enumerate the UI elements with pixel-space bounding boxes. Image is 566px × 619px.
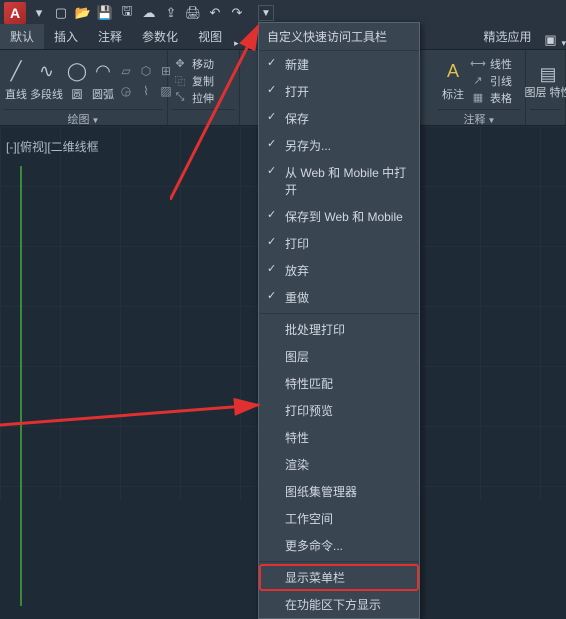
menu-item[interactable]: 另存为...	[259, 132, 419, 159]
arc-icon: ◠	[91, 60, 115, 84]
dim-button[interactable]: A 标注	[438, 60, 468, 102]
table-button[interactable]: ▦表格	[470, 90, 512, 106]
table-label: 表格	[490, 90, 512, 106]
menu-separator	[259, 561, 419, 562]
linear-icon: ⟷	[470, 56, 486, 72]
view-label[interactable]: [-][俯视][二维线框	[6, 138, 99, 155]
tab-overflow-icon[interactable]: ▸	[234, 38, 239, 49]
linear-label: 线性	[490, 56, 512, 72]
tab-parametric[interactable]: 参数化	[132, 24, 188, 49]
panel-layer-title	[530, 109, 561, 125]
menu-item[interactable]: 保存	[259, 105, 419, 132]
copy-button[interactable]: ⿻复制	[172, 73, 214, 89]
dim-label: 标注	[442, 86, 464, 102]
arc-button[interactable]: ◠ 圆弧	[91, 60, 115, 102]
leader-label: 引线	[490, 73, 512, 89]
web-open-icon[interactable]: ☁	[140, 4, 158, 22]
menu-item[interactable]: 从 Web 和 Mobile 中打开	[259, 159, 419, 203]
undo-icon[interactable]: ↶	[206, 4, 224, 22]
new-icon[interactable]: ▢	[52, 4, 70, 22]
saveas-icon[interactable]: 🖫	[118, 4, 136, 22]
copy-label: 复制	[192, 73, 214, 89]
menu-item[interactable]: 重做	[259, 284, 419, 311]
linear-button[interactable]: ⟷线性	[470, 56, 512, 72]
panel-modify: ✥移动 ⿻复制 ⤡拉伸	[168, 50, 240, 125]
web-save-icon[interactable]: ⇪	[162, 4, 180, 22]
line-label: 直线	[5, 86, 27, 102]
move-icon: ✥	[172, 56, 188, 72]
menu-item[interactable]: 特性	[259, 424, 419, 451]
app-logo[interactable]: A	[4, 2, 26, 24]
sm-2[interactable]: ⬡	[137, 62, 155, 80]
menu-title: 自定义快速访问工具栏	[259, 23, 419, 51]
tab-default[interactable]: 默认	[0, 24, 44, 49]
draw-small-buttons: ▱⬡⊞ ◶⌇▨	[117, 62, 175, 100]
polyline-label: 多段线	[30, 86, 63, 102]
sm-1[interactable]: ▱	[117, 62, 135, 80]
menu-separator	[259, 313, 419, 314]
tab-annotate[interactable]: 注释	[88, 24, 132, 49]
layer-props-button[interactable]: ▤图层 特性	[530, 62, 566, 99]
menu-item[interactable]: 特性匹配	[259, 370, 419, 397]
panel-draw: ╱直线 ∿多段线 ◯圆 ◠圆弧 ▱⬡⊞ ◶⌇▨ 绘图▼	[0, 50, 168, 125]
move-label: 移动	[192, 56, 214, 72]
menu-item[interactable]: 放弃	[259, 257, 419, 284]
sm-5[interactable]: ⌇	[137, 82, 155, 100]
circle-icon: ◯	[65, 60, 89, 84]
menu-item[interactable]: 更多命令...	[259, 532, 419, 559]
tab-insert[interactable]: 插入	[44, 24, 88, 49]
leader-button[interactable]: ↗引线	[470, 73, 512, 89]
axis-y	[20, 166, 22, 606]
menu-item[interactable]: 渲染	[259, 451, 419, 478]
layer-icon: ▤	[536, 62, 560, 86]
sm-4[interactable]: ◶	[117, 82, 135, 100]
menu-item[interactable]: 打开	[259, 78, 419, 105]
tab-expand-icon[interactable]: ▣	[541, 31, 559, 49]
move-button[interactable]: ✥移动	[172, 56, 214, 72]
circle-button[interactable]: ◯圆	[65, 60, 89, 102]
panel-modify-title	[172, 109, 235, 125]
tab-view[interactable]: 视图	[188, 24, 232, 49]
table-icon: ▦	[470, 90, 486, 106]
circle-label: 圆	[72, 86, 83, 102]
stretch-label: 拉伸	[192, 90, 214, 106]
stretch-button[interactable]: ⤡拉伸	[172, 90, 214, 106]
panel-annotate-title[interactable]: 注释▼	[438, 109, 521, 125]
menu-item-show-menubar[interactable]: 显示菜单栏	[259, 564, 419, 591]
panel-layer: ▤ 图层 特性	[526, 50, 566, 125]
tab-featured[interactable]: 精选应用	[473, 24, 541, 49]
menu-item[interactable]: 工作空间	[259, 505, 419, 532]
menu-arrow-icon[interactable]: ▾	[30, 4, 48, 22]
menu-item[interactable]: 新建	[259, 51, 419, 78]
menu-item[interactable]: 批处理打印	[259, 316, 419, 343]
panel-annotate: A 标注 ⟷线性 ↗引线 ▦表格 注释▼	[434, 50, 526, 125]
line-icon: ╱	[4, 60, 28, 84]
qat-dropdown-button[interactable]: ▼	[258, 5, 274, 21]
print-icon[interactable]: 🖨	[184, 4, 202, 22]
dim-icon: A	[441, 60, 465, 84]
stretch-icon: ⤡	[172, 90, 188, 106]
copy-icon: ⿻	[172, 73, 188, 89]
redo-icon[interactable]: ↷	[228, 4, 246, 22]
leader-icon: ↗	[470, 73, 486, 89]
menu-item[interactable]: 保存到 Web 和 Mobile	[259, 203, 419, 230]
line-button[interactable]: ╱ 直线	[4, 60, 28, 102]
menu-item[interactable]: 打印	[259, 230, 419, 257]
menu-item[interactable]: 打印预览	[259, 397, 419, 424]
menu-item-show-below[interactable]: 在功能区下方显示	[259, 591, 419, 618]
tab-arrow-icon[interactable]: ▾	[561, 38, 566, 49]
menu-item[interactable]: 图层	[259, 343, 419, 370]
open-icon[interactable]: 📂	[74, 4, 92, 22]
layer-label: 图层 特性	[524, 88, 566, 99]
polyline-button[interactable]: ∿ 多段线	[30, 60, 63, 102]
qat-customize-menu: 自定义快速访问工具栏 新建打开保存另存为...从 Web 和 Mobile 中打…	[258, 22, 420, 619]
menu-item[interactable]: 图纸集管理器	[259, 478, 419, 505]
save-icon[interactable]: 💾	[96, 4, 114, 22]
polyline-icon: ∿	[35, 60, 59, 84]
arc-label: 圆弧	[92, 86, 114, 102]
panel-draw-title[interactable]: 绘图▼	[4, 109, 163, 125]
